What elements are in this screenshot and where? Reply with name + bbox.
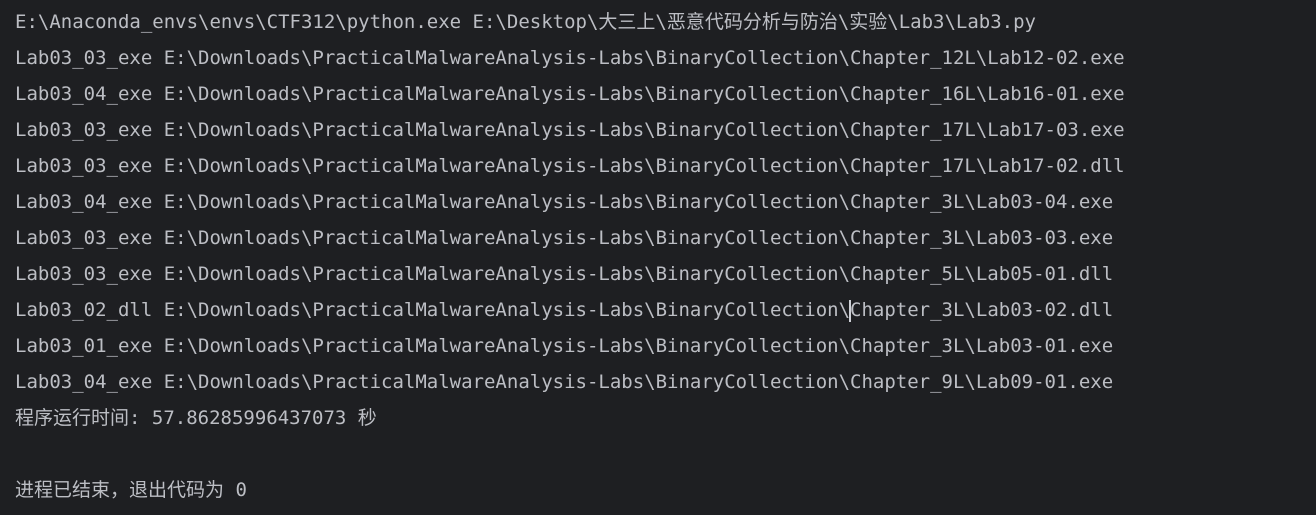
exit-code-line: 进程已结束，退出代码为 0	[15, 479, 247, 501]
output-line-8-tail: Chapter_3L\Lab03-02.dll	[850, 299, 1114, 321]
output-line-8-head: Lab03_02_dll E:\Downloads\PracticalMalwa…	[15, 299, 851, 321]
output-line-9: Lab03_01_exe E:\Downloads\PracticalMalwa…	[15, 335, 1114, 357]
run-console-output[interactable]: E:\Anaconda_envs\envs\CTF312\python.exe …	[0, 0, 1316, 515]
output-line-4: Lab03_03_exe E:\Downloads\PracticalMalwa…	[15, 155, 1125, 177]
output-line-5: Lab03_04_exe E:\Downloads\PracticalMalwa…	[15, 191, 1114, 213]
runtime-line: 程序运行时间: 57.86285996437073 秒	[15, 407, 377, 429]
command-line: E:\Anaconda_envs\envs\CTF312\python.exe …	[15, 11, 1036, 33]
output-line-1: Lab03_03_exe E:\Downloads\PracticalMalwa…	[15, 47, 1125, 69]
output-line-7: Lab03_03_exe E:\Downloads\PracticalMalwa…	[15, 263, 1114, 285]
output-line-8: Lab03_02_dll E:\Downloads\PracticalMalwa…	[15, 292, 1316, 328]
output-line-3: Lab03_03_exe E:\Downloads\PracticalMalwa…	[15, 119, 1125, 141]
output-line-6: Lab03_03_exe E:\Downloads\PracticalMalwa…	[15, 227, 1114, 249]
output-line-10: Lab03_04_exe E:\Downloads\PracticalMalwa…	[15, 371, 1114, 393]
output-line-2: Lab03_04_exe E:\Downloads\PracticalMalwa…	[15, 83, 1125, 105]
